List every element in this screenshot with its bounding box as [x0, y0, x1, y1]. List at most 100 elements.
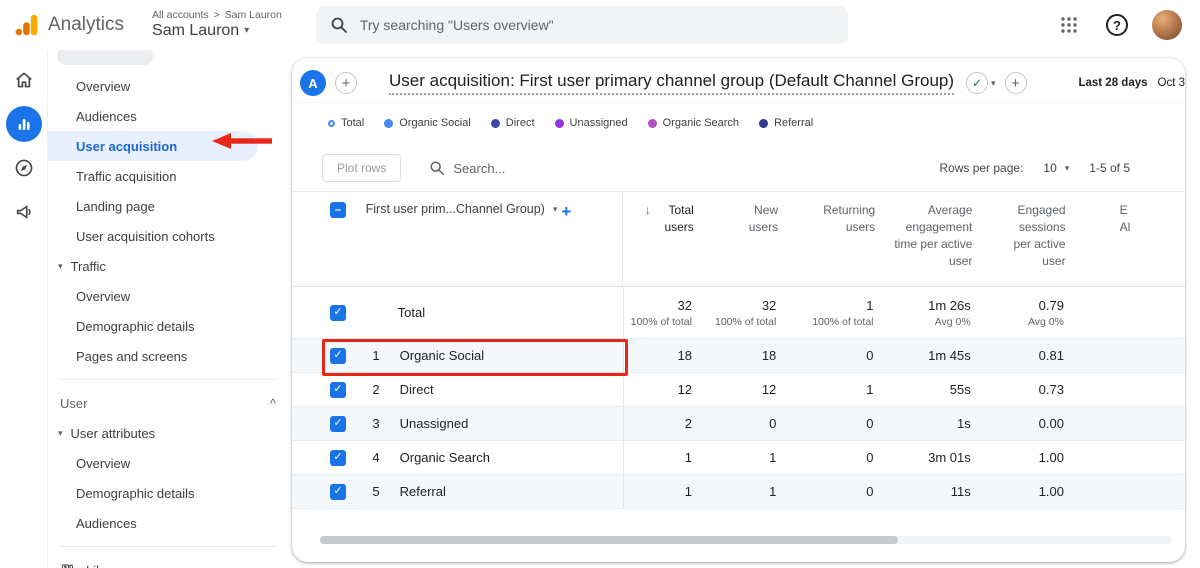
- caret-down-icon: ▾: [58, 427, 63, 438]
- apps-grid-icon[interactable]: [1056, 12, 1082, 38]
- table-row: ✓ 3 Unassigned 2 0 0 1s 0.00: [292, 407, 1185, 441]
- legend-label: Direct: [505, 117, 535, 129]
- legend-item-unassigned[interactable]: Unassigned: [554, 117, 628, 129]
- breadcrumb-current[interactable]: Sam Lauron: [225, 9, 282, 22]
- select-all-checkbox[interactable]: –: [330, 202, 346, 218]
- legend-item-direct[interactable]: Direct: [490, 117, 535, 129]
- sidebar-item-pages-and-screens[interactable]: Pages and screens: [48, 341, 292, 371]
- sidebar-item-traffic-acquisition[interactable]: Traffic acquisition: [48, 161, 292, 191]
- total-subvalue: Avg 0%: [1027, 315, 1064, 328]
- row-checkbox[interactable]: ✓: [330, 483, 346, 500]
- apps-grid-svg: [1061, 17, 1077, 33]
- sidebar-item-label: Demographic details: [76, 485, 195, 501]
- report-verified-button[interactable]: ✓ ▾: [966, 72, 996, 94]
- row-label-cell: 5 Referral: [366, 475, 624, 508]
- global-search-input[interactable]: [359, 17, 780, 33]
- sidebar-category-traffic[interactable]: ▾ Traffic: [48, 251, 292, 281]
- legend-dot: [384, 118, 394, 128]
- breadcrumb-root[interactable]: All accounts: [152, 9, 209, 22]
- metric-cell: 1.00: [1038, 484, 1064, 499]
- sidebar-item-overview-2[interactable]: Overview: [48, 281, 292, 311]
- legend-item-organic-social[interactable]: Organic Social: [384, 117, 471, 129]
- add-comparison-button[interactable]: +: [335, 72, 357, 94]
- column-header-engaged-sessions[interactable]: Engaged sessions per active user: [972, 192, 1066, 286]
- date-range-label: Last 28 days: [1078, 77, 1148, 89]
- metric-cell: 1: [684, 484, 692, 499]
- rows-per-page-label: Rows per page:: [939, 161, 1024, 175]
- sidebar-item-overview-3[interactable]: Overview: [48, 448, 292, 478]
- pagination-controls: Rows per page: 10 ▾ 1-5 of 5: [939, 161, 1130, 175]
- sidebar-item-label: Demographic details: [76, 318, 195, 334]
- sidebar-scrolled-item[interactable]: [57, 50, 153, 65]
- metric-cell: 18: [761, 348, 777, 363]
- legend-label: Unassigned: [569, 117, 628, 129]
- column-header-clipped[interactable]: E Al: [1066, 192, 1185, 286]
- metric-cell: 1: [769, 450, 777, 465]
- legend-item-total[interactable]: Total: [328, 117, 364, 129]
- table-search[interactable]: [429, 160, 564, 176]
- sidebar-item-overview-1[interactable]: Overview: [48, 71, 292, 101]
- metric-cell: 0: [866, 484, 874, 499]
- add-dimension-button[interactable]: +: [561, 202, 571, 222]
- breadcrumb[interactable]: All accounts > Sam Lauron: [152, 10, 282, 22]
- row-checkbox[interactable]: ✓: [330, 304, 346, 321]
- plus-icon: +: [341, 74, 351, 92]
- check-icon: ✓: [333, 417, 343, 429]
- total-value: 0.79: [1038, 297, 1064, 313]
- rows-per-page-select[interactable]: 10 ▾: [1043, 161, 1069, 175]
- sidebar-item-demographic-details-2[interactable]: Demographic details: [48, 478, 292, 508]
- caret-down-icon: ▾: [244, 25, 250, 37]
- column-header-avg-engagement-time[interactable]: Average engagement time per active user: [875, 192, 972, 286]
- sidebar-item-label: Traffic acquisition: [76, 168, 177, 184]
- sidebar-section-user[interactable]: User ^: [48, 388, 292, 418]
- advertising-icon[interactable]: [6, 194, 42, 230]
- dimension-selector[interactable]: First user prim...Channel Group) ▾: [366, 202, 558, 216]
- column-header-label: Al: [1119, 220, 1131, 234]
- report-title[interactable]: User acquisition: First user primary cha…: [389, 71, 955, 95]
- date-range-picker[interactable]: Last 28 days Oct 3: [1078, 77, 1185, 89]
- reports-icon[interactable]: [5, 106, 42, 142]
- help-icon[interactable]: ?: [1104, 12, 1130, 38]
- total-value: 32: [761, 297, 777, 313]
- dimension-header-cell: First user prim...Channel Group) ▾ +: [366, 192, 624, 286]
- row-checkbox[interactable]: ✓: [330, 449, 346, 466]
- sidebar-item-audiences-2[interactable]: Audiences: [48, 508, 292, 538]
- chevron-up-icon[interactable]: ^: [270, 396, 276, 411]
- column-header-total-users[interactable]: ↓ Total users: [623, 192, 694, 286]
- account-selector[interactable]: Sam Lauron ▾: [152, 22, 282, 40]
- legend-label: Referral: [774, 117, 814, 129]
- sidebar-item-landing-page[interactable]: Landing page: [48, 191, 292, 221]
- home-icon[interactable]: [6, 62, 42, 98]
- column-header-new-users[interactable]: New users: [694, 192, 778, 286]
- explore-icon[interactable]: [6, 150, 42, 186]
- indeterminate-icon: –: [334, 203, 342, 216]
- metric-cell: 0.73: [1038, 382, 1064, 397]
- metric-cell: 1.00: [1038, 450, 1064, 465]
- report-avatar[interactable]: A: [300, 70, 326, 96]
- sidebar-category-user-attributes[interactable]: ▾ User attributes: [48, 418, 292, 448]
- column-header-label: E: [1119, 203, 1128, 217]
- row-checkbox[interactable]: ✓: [330, 415, 346, 432]
- sidebar-divider: [60, 379, 276, 380]
- sort-descending-icon: ↓: [644, 203, 651, 217]
- horizontal-scrollbar-thumb[interactable]: [320, 536, 898, 544]
- legend-label: Organic Search: [662, 117, 740, 129]
- column-header-returning-users[interactable]: Returning users: [778, 192, 875, 286]
- user-avatar[interactable]: [1152, 10, 1182, 40]
- sidebar-item-demographic-details-1[interactable]: Demographic details: [48, 311, 292, 341]
- plot-rows-button[interactable]: Plot rows: [322, 154, 402, 182]
- total-subvalue: 100% of total: [812, 315, 874, 328]
- legend-item-organic-search[interactable]: Organic Search: [647, 117, 740, 129]
- table-search-input[interactable]: [453, 160, 564, 176]
- metric-cell: 12: [677, 382, 692, 397]
- sidebar-item-audiences-1[interactable]: Audiences: [48, 101, 292, 131]
- sidebar-item-label: User attributes: [70, 425, 156, 441]
- row-checkbox[interactable]: ✓: [330, 381, 346, 398]
- add-report-button[interactable]: +: [1004, 72, 1027, 94]
- sidebar-item-user-acquisition-cohorts[interactable]: User acquisition cohorts: [48, 221, 292, 251]
- analytics-logo-icon[interactable]: [14, 12, 40, 38]
- legend-item-referral[interactable]: Referral: [759, 117, 813, 129]
- metric-cell: 1: [684, 450, 692, 465]
- sidebar-item-library[interactable]: Library: [48, 555, 292, 568]
- global-search[interactable]: [315, 6, 848, 44]
